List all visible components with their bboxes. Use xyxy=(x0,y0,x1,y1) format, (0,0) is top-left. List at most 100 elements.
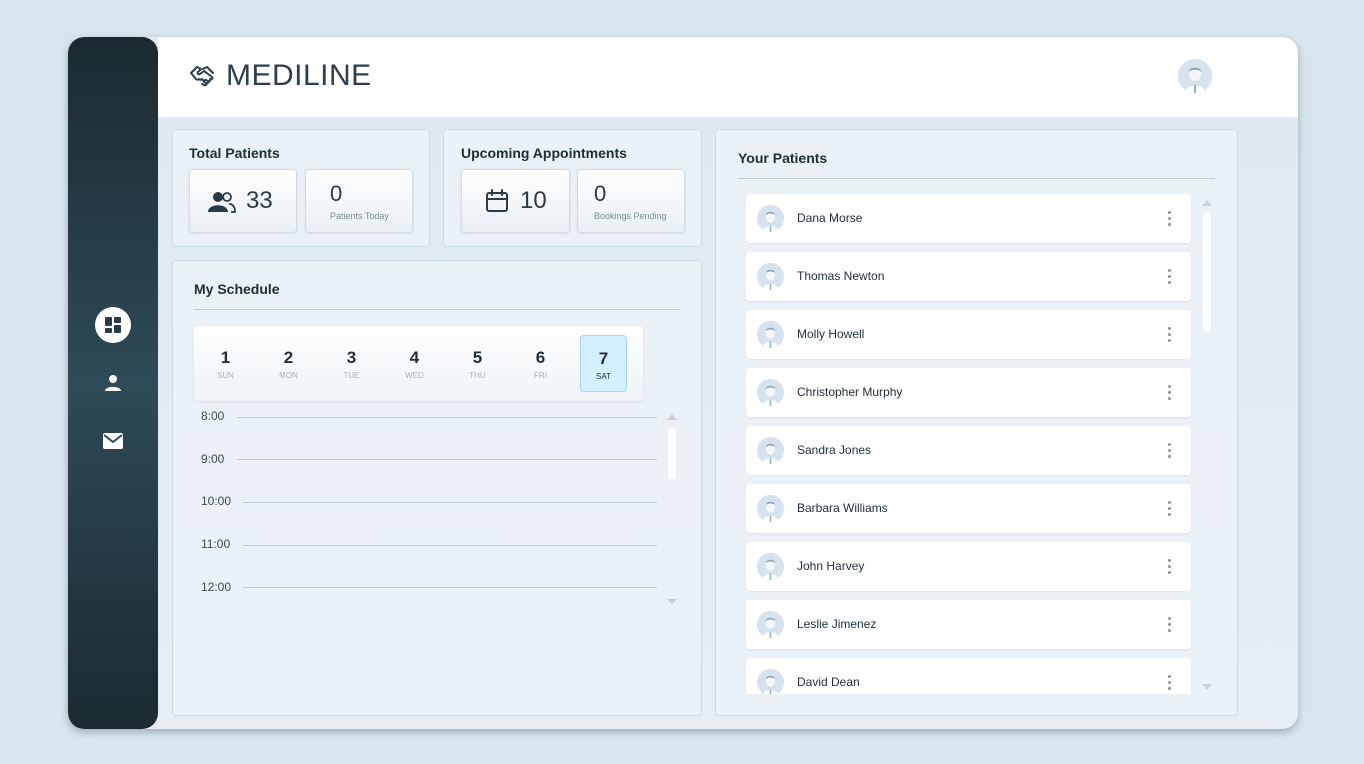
time-label: 11:00 xyxy=(201,537,231,551)
day-number: 7 xyxy=(598,349,609,368)
bookings-pending-label: Bookings Pending xyxy=(594,211,667,221)
day-number: 2 xyxy=(283,348,294,367)
patient-avatar-icon xyxy=(757,611,784,638)
patient-avatar-icon xyxy=(757,321,784,348)
app-window: MEDILINE Total Patients 33 0 Patients To… xyxy=(68,37,1298,729)
day-number: 6 xyxy=(535,348,546,367)
bookings-pending-value: 0 xyxy=(594,181,607,206)
users-icon xyxy=(208,192,236,213)
day-sat[interactable]: 7 SAT xyxy=(580,335,627,392)
patients-today-card[interactable]: 0 Patients Today xyxy=(305,169,413,233)
total-patients-value: 33 xyxy=(246,187,273,214)
more-options-icon[interactable] xyxy=(1164,499,1176,519)
sidebar-item-dashboard[interactable] xyxy=(95,307,131,343)
patient-name: Dana Morse xyxy=(797,211,863,225)
patients-panel: Your Patients Dana Morse Thomas Newton M… xyxy=(715,129,1238,716)
more-options-icon[interactable] xyxy=(1164,209,1176,229)
more-options-icon[interactable] xyxy=(1164,267,1176,287)
patient-avatar-icon xyxy=(757,379,784,406)
day-mon[interactable]: 2 MON xyxy=(265,335,312,392)
schedule-divider xyxy=(194,309,680,310)
patients-scrollbar[interactable] xyxy=(1203,212,1211,332)
day-tue[interactable]: 3 TUE xyxy=(328,335,375,392)
patient-name: Molly Howell xyxy=(797,327,865,341)
patient-row[interactable]: David Dean xyxy=(746,658,1191,694)
sidebar xyxy=(68,37,158,729)
day-sun[interactable]: 1 SUN xyxy=(202,335,249,392)
brand-name: MEDILINE xyxy=(226,59,372,92)
day-number: 4 xyxy=(409,348,420,367)
total-patients-card[interactable]: 33 xyxy=(189,169,297,233)
patient-list: Dana Morse Thomas Newton Molly Howell Ch… xyxy=(744,194,1193,694)
more-options-icon[interactable] xyxy=(1164,615,1176,635)
day-thu[interactable]: 5 THU xyxy=(454,335,501,392)
patient-row[interactable]: Barbara Williams xyxy=(746,484,1191,533)
time-line xyxy=(243,587,657,588)
day-number: 1 xyxy=(220,348,231,367)
schedule-scroll-up-icon[interactable] xyxy=(667,414,677,420)
day-name: SUN xyxy=(217,371,234,380)
patient-name: Christopher Murphy xyxy=(797,385,903,399)
appointments-panel: Upcoming Appointments 10 0 Bookings Pend… xyxy=(443,129,702,247)
top-header: MEDILINE xyxy=(158,37,1298,117)
brand-logo[interactable]: MEDILINE xyxy=(188,59,372,93)
bookings-pending-card[interactable]: 0 Bookings Pending xyxy=(577,169,685,233)
schedule-scrollbar[interactable] xyxy=(668,427,676,479)
patient-avatar-icon xyxy=(757,495,784,522)
more-options-icon[interactable] xyxy=(1164,441,1176,461)
patient-row[interactable]: John Harvey xyxy=(746,542,1191,591)
time-line xyxy=(243,545,657,546)
more-options-icon[interactable] xyxy=(1164,325,1176,345)
patient-name: Thomas Newton xyxy=(797,269,885,283)
mail-icon xyxy=(103,433,123,449)
dashboard-icon xyxy=(105,317,121,333)
day-name: THU xyxy=(469,371,486,380)
sidebar-item-messages[interactable] xyxy=(95,423,131,459)
patients-today-label: Patients Today xyxy=(330,211,389,221)
schedule-panel: My Schedule 1 SUN 2 MON 3 TUE 4 WED 5 TH… xyxy=(172,260,702,716)
day-number: 3 xyxy=(346,348,357,367)
patient-name: David Dean xyxy=(797,675,860,689)
time-label: 8:00 xyxy=(201,409,225,423)
appointments-total-card[interactable]: 10 xyxy=(461,169,570,233)
time-line xyxy=(237,417,657,418)
handshake-icon xyxy=(190,66,214,87)
patient-avatar-icon xyxy=(757,669,784,694)
patient-avatar-icon xyxy=(757,205,784,232)
profile-avatar[interactable] xyxy=(1178,59,1212,93)
day-name: FRI xyxy=(534,371,547,380)
patient-row[interactable]: Thomas Newton xyxy=(746,252,1191,301)
day-wed[interactable]: 4 WED xyxy=(391,335,438,392)
day-name: SAT xyxy=(596,372,611,381)
dashboard-content: Total Patients 33 0 Patients Today Upcom… xyxy=(158,117,1298,729)
more-options-icon[interactable] xyxy=(1164,673,1176,693)
calendar-icon xyxy=(486,189,508,212)
schedule-title: My Schedule xyxy=(194,281,280,297)
patient-avatar-icon xyxy=(757,437,784,464)
patient-row[interactable]: Dana Morse xyxy=(746,194,1191,243)
total-patients-title: Total Patients xyxy=(189,145,280,161)
sidebar-item-patients[interactable] xyxy=(95,365,131,401)
patient-row[interactable]: Molly Howell xyxy=(746,310,1191,359)
patient-name: John Harvey xyxy=(797,559,865,573)
patient-row[interactable]: Leslie Jimenez xyxy=(746,600,1191,649)
time-label: 10:00 xyxy=(201,494,232,508)
day-fri[interactable]: 6 FRI xyxy=(517,335,564,392)
time-line xyxy=(243,502,657,503)
week-selector: 1 SUN 2 MON 3 TUE 4 WED 5 THU 6 FRI 7 SA… xyxy=(194,326,643,401)
day-name: MON xyxy=(279,371,298,380)
time-label: 12:00 xyxy=(201,580,232,594)
time-line xyxy=(237,459,657,460)
patient-row[interactable]: Sandra Jones xyxy=(746,426,1191,475)
more-options-icon[interactable] xyxy=(1164,557,1176,577)
patient-row[interactable]: Christopher Murphy xyxy=(746,368,1191,417)
patients-scroll-up-icon[interactable] xyxy=(1202,200,1212,206)
patients-divider xyxy=(738,178,1215,179)
patient-avatar-icon xyxy=(757,263,784,290)
day-name: WED xyxy=(405,371,424,380)
patient-name: Barbara Williams xyxy=(797,501,888,515)
more-options-icon[interactable] xyxy=(1164,383,1176,403)
day-name: TUE xyxy=(343,371,360,380)
schedule-scroll-down-icon[interactable] xyxy=(667,599,677,605)
patients-scroll-down-icon[interactable] xyxy=(1202,684,1212,690)
